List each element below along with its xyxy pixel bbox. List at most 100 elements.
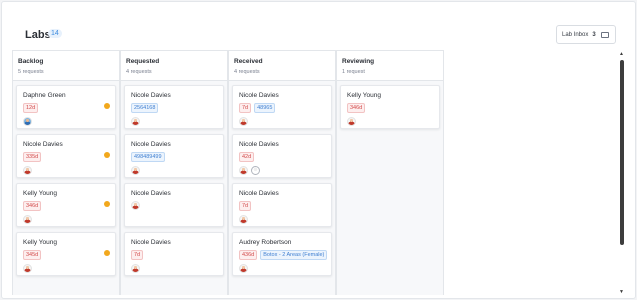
assignee-avatars xyxy=(239,117,326,126)
column-title: Requested xyxy=(126,58,160,65)
patient-name: Nicole Davies xyxy=(131,141,171,148)
assignee-avatars xyxy=(23,215,110,224)
patient-name: Daphne Green xyxy=(23,92,66,99)
alert-dot-icon xyxy=(104,103,110,109)
tag-row: 7d xyxy=(239,201,326,211)
avatar-placeholder-icon xyxy=(251,166,260,175)
column-title: Received xyxy=(234,58,263,65)
tag-row: 7d 48965 xyxy=(239,103,326,113)
age-tag: 436d xyxy=(239,250,258,260)
age-tag: 346d xyxy=(347,103,366,113)
id-tag: 498489499 xyxy=(131,152,165,162)
inbox-icon xyxy=(600,31,609,38)
avatar xyxy=(131,166,140,175)
column-reviewing: Reviewing 1 request Kelly Young 346d xyxy=(336,50,444,295)
column-body: Nicole Davies 2564168 Nicole Davies 4984… xyxy=(120,81,228,295)
id-tag: 2564168 xyxy=(131,103,159,113)
tag-row: 498489499 xyxy=(131,152,218,162)
column-title: Backlog xyxy=(18,58,44,65)
patient-name: Nicole Davies xyxy=(23,141,63,148)
tag-row: 345d xyxy=(23,250,110,260)
avatar xyxy=(131,264,140,273)
age-tag: 345d xyxy=(23,250,42,260)
request-card[interactable]: Nicole Davies 7d xyxy=(232,183,332,227)
assignee-avatars xyxy=(23,264,110,273)
assignee-avatars xyxy=(23,166,110,175)
assignee-avatars xyxy=(131,264,218,273)
request-card[interactable]: Kelly Young 345d xyxy=(16,232,116,276)
tag-row: 12d xyxy=(23,103,110,113)
request-card[interactable]: Nicole Davies 7d 48965 xyxy=(232,85,332,129)
age-tag: 42d xyxy=(239,152,255,162)
age-tag: 346d xyxy=(23,201,42,211)
column-body: Nicole Davies 7d 48965 Nicole Davies 42d … xyxy=(228,81,336,295)
lab-inbox-count: 3 xyxy=(592,31,596,38)
alert-dot-icon xyxy=(104,250,110,256)
scroll-down-icon[interactable]: ▼ xyxy=(619,289,624,295)
avatar xyxy=(239,215,248,224)
avatar xyxy=(23,215,32,224)
assignee-avatars xyxy=(239,264,326,273)
alert-dot-icon xyxy=(104,201,110,207)
scrollbar-thumb[interactable] xyxy=(620,60,624,245)
request-card[interactable]: Nicole Davies xyxy=(124,183,224,227)
age-tag: 7d xyxy=(239,103,252,113)
avatar xyxy=(23,166,32,175)
column-header: Reviewing 1 request xyxy=(336,50,444,81)
patient-name: Kelly Young xyxy=(23,190,57,197)
request-card[interactable]: Audrey Robertson 436d Botox - 2 Areas (Fe… xyxy=(232,232,332,276)
count-badge: 14 xyxy=(48,29,62,38)
tag-row: 436d Botox - 2 Areas (Female) xyxy=(239,250,328,260)
kanban-board: Backlog 5 requests Daphne Green 12d Nico… xyxy=(12,50,596,295)
patient-name: Audrey Robertson xyxy=(239,239,292,246)
column-body: Daphne Green 12d Nicole Davies 335d Kell… xyxy=(12,81,120,295)
age-tag: 12d xyxy=(23,103,39,113)
tag-row: 346d xyxy=(347,103,434,113)
column-received: Received 4 requests Nicole Davies 7d 4896… xyxy=(228,50,336,295)
assignee-avatars xyxy=(131,166,218,175)
scroll-up-icon[interactable]: ▲ xyxy=(619,51,624,57)
avatar xyxy=(239,166,248,175)
lab-inbox-button[interactable]: Lab Inbox 3 xyxy=(556,25,616,44)
patient-name: Nicole Davies xyxy=(239,190,279,197)
column-requested: Requested 4 requests Nicole Davies 25641… xyxy=(120,50,228,295)
column-body: Kelly Young 346d xyxy=(336,81,444,295)
avatar xyxy=(131,201,140,210)
avatar xyxy=(23,117,32,126)
column-backlog: Backlog 5 requests Daphne Green 12d Nico… xyxy=(12,50,120,295)
assignee-avatars xyxy=(131,117,218,126)
avatar xyxy=(347,117,356,126)
page-title: Labs xyxy=(25,29,51,41)
alert-dot-icon xyxy=(104,152,110,158)
id-tag: Botox - 2 Areas (Female) xyxy=(260,250,328,260)
column-subtitle: 5 requests xyxy=(18,69,44,75)
tag-row: 335d xyxy=(23,152,110,162)
column-subtitle: 4 requests xyxy=(234,69,260,75)
request-card[interactable]: Nicole Davies 2564168 xyxy=(124,85,224,129)
lab-inbox-label: Lab Inbox xyxy=(562,31,589,38)
tag-row: 2564168 xyxy=(131,103,218,113)
request-card[interactable]: Kelly Young 346d xyxy=(340,85,440,129)
patient-name: Nicole Davies xyxy=(131,190,171,197)
tag-row: 42d xyxy=(239,152,326,162)
request-card[interactable]: Daphne Green 12d xyxy=(16,85,116,129)
request-card[interactable]: Kelly Young 346d xyxy=(16,183,116,227)
patient-name: Nicole Davies xyxy=(239,92,279,99)
assignee-avatars xyxy=(347,117,434,126)
column-header: Backlog 5 requests xyxy=(12,50,120,81)
request-card[interactable]: Nicole Davies 7d xyxy=(124,232,224,276)
column-subtitle: 4 requests xyxy=(126,69,152,75)
age-tag: 7d xyxy=(239,201,252,211)
patient-name: Nicole Davies xyxy=(131,239,171,246)
assignee-avatars xyxy=(131,201,218,210)
avatar xyxy=(131,117,140,126)
request-card[interactable]: Nicole Davies 42d xyxy=(232,134,332,178)
column-subtitle: 1 request xyxy=(342,69,365,75)
patient-name: Kelly Young xyxy=(347,92,381,99)
assignee-avatars xyxy=(23,117,110,126)
column-title: Reviewing xyxy=(342,58,375,65)
request-card[interactable]: Nicole Davies 498489499 xyxy=(124,134,224,178)
assignee-avatars xyxy=(239,215,326,224)
request-card[interactable]: Nicole Davies 335d xyxy=(16,134,116,178)
age-tag: 335d xyxy=(23,152,42,162)
